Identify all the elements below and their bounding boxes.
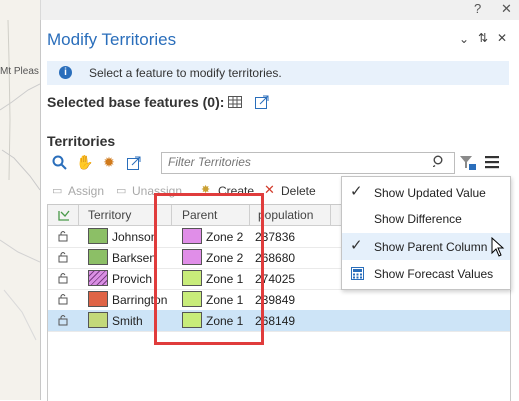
delete-button[interactable]: Delete — [281, 184, 316, 198]
info-message: Select a feature to modify territories. — [89, 66, 282, 80]
lock-icon[interactable] — [58, 293, 70, 308]
help-icon[interactable]: ? — [474, 1, 481, 16]
parent-column-highlight — [154, 193, 264, 345]
lock-icon[interactable] — [58, 230, 70, 245]
filter-territories-field[interactable] — [161, 152, 455, 174]
map-view[interactable]: Mt Pleas — [0, 0, 41, 400]
column-header-territory[interactable]: Territory — [88, 208, 131, 222]
popout-icon[interactable] — [255, 95, 269, 109]
column-divider — [330, 205, 331, 225]
table-row[interactable]: Smith Zone 1 268149 — [48, 310, 510, 332]
territory-color-swatch — [88, 228, 108, 244]
menu-item-show-difference[interactable]: Show Difference — [342, 205, 510, 232]
pan-icon[interactable]: ✋ — [76, 153, 94, 171]
column-header-population[interactable]: population — [258, 208, 313, 222]
column-options-menu: ✓ Show Updated Value Show Difference ✓ S… — [341, 176, 511, 290]
territory-color-swatch — [88, 270, 108, 286]
pane-options-chevron-icon[interactable]: ⌄ — [459, 32, 469, 46]
filter-territories-input[interactable] — [168, 154, 418, 170]
menu-item-show-forecast-values[interactable]: Show Forecast Values — [342, 260, 510, 287]
search-icon[interactable] — [433, 155, 445, 167]
info-bar: i Select a feature to modify territories… — [47, 61, 509, 85]
pane-title: Modify Territories — [47, 30, 177, 49]
selected-base-features-label: Selected base features (0): — [47, 94, 225, 110]
map-lines — [0, 0, 40, 400]
pane-close-icon[interactable]: ✕ — [497, 31, 507, 45]
check-icon: ✓ — [350, 237, 363, 254]
lock-icon[interactable] — [58, 251, 70, 266]
territory-name: Provich — [112, 272, 153, 286]
info-icon: i — [59, 66, 72, 79]
clear-filter-icon[interactable] — [459, 155, 477, 171]
delete-icon: ✕ — [264, 182, 275, 197]
flash-icon[interactable]: ✹ — [100, 153, 118, 171]
calculator-icon — [351, 267, 364, 280]
lock-icon[interactable] — [58, 272, 70, 287]
menu-item-show-updated-value[interactable]: ✓ Show Updated Value — [342, 179, 510, 206]
assign-icon: ▭ — [52, 185, 63, 197]
column-divider — [78, 205, 79, 225]
territories-heading: Territories — [47, 133, 116, 149]
map-place-label: Mt Pleas — [0, 66, 39, 77]
unassign-icon: ▭ — [116, 185, 127, 197]
close-icon[interactable]: ✕ — [501, 1, 512, 17]
territory-color-swatch — [88, 249, 108, 265]
assign-button[interactable]: Assign — [68, 184, 104, 198]
territory-name: Johnson — [112, 230, 158, 244]
hamburger-menu-icon[interactable] — [485, 155, 499, 169]
menu-item-show-parent-column[interactable]: ✓ Show Parent Column — [342, 233, 510, 260]
zoom-icon[interactable] — [52, 155, 68, 171]
territory-name: Smith — [112, 314, 143, 328]
zoom-to-icon[interactable] — [127, 156, 141, 170]
territory-color-swatch — [88, 291, 108, 307]
table-icon[interactable] — [228, 96, 242, 108]
territory-name: Barksen — [112, 251, 157, 265]
top-bar: ⌄ ? ✕ — [0, 0, 519, 21]
lock-icon[interactable] — [58, 314, 70, 329]
cursor-icon — [491, 237, 505, 257]
pin-icon[interactable]: ⇅ — [478, 31, 488, 45]
check-icon: ✓ — [350, 183, 363, 200]
select-column-icon[interactable] — [58, 209, 70, 221]
territory-color-swatch — [88, 312, 108, 328]
table-row[interactable]: Barrington Zone 1 239849 — [48, 289, 510, 311]
